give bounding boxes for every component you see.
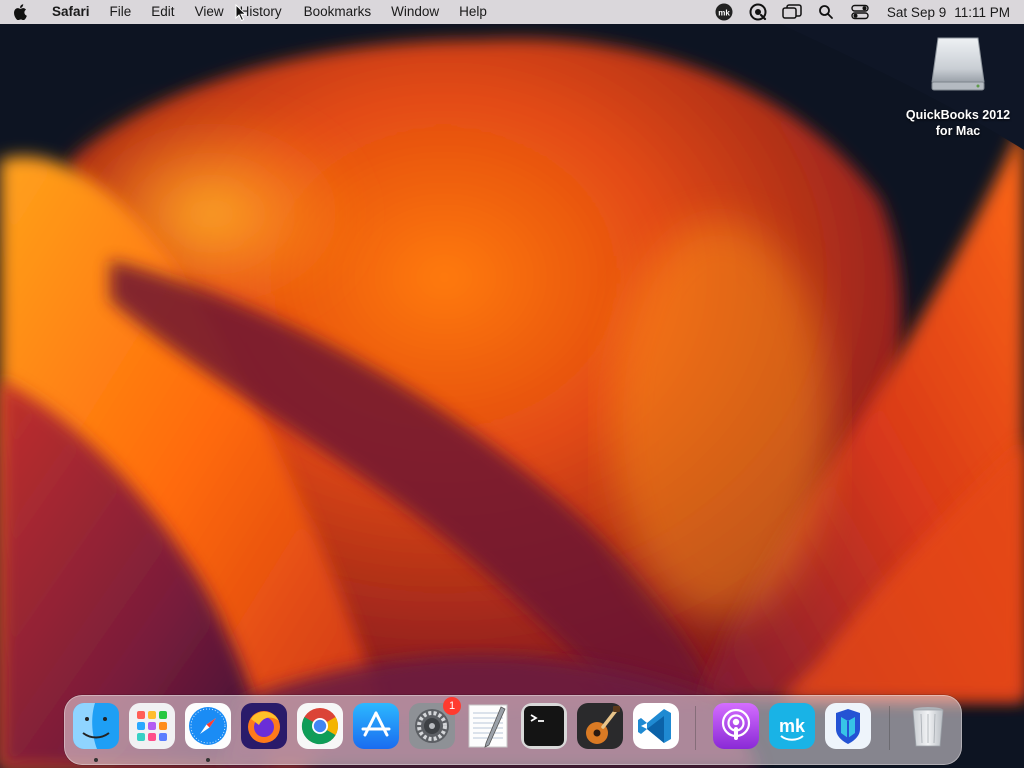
dock-mk[interactable]: mk: [769, 703, 815, 749]
desktop-wallpaper: [0, 0, 1024, 768]
spotlight-search-icon[interactable]: [816, 2, 836, 22]
control-center-icon[interactable]: [850, 2, 870, 22]
dock-separator: [695, 706, 696, 750]
dock-firefox[interactable]: [241, 703, 287, 749]
dock-safari[interactable]: [185, 703, 231, 762]
dock-chrome[interactable]: [297, 703, 343, 749]
mouse-cursor-icon: [235, 3, 247, 27]
dock-app-store[interactable]: [353, 703, 399, 749]
desktop-icon-quickbooks[interactable]: QuickBooks 2012 for Mac: [896, 34, 1020, 139]
menu-file[interactable]: File: [100, 0, 142, 24]
menu-help[interactable]: Help: [449, 0, 497, 24]
menu-bar-clock[interactable]: Sat Sep 9 11:11 PM: [887, 5, 1010, 20]
dock-malwarebytes[interactable]: [825, 703, 871, 749]
dock-finder[interactable]: [73, 703, 119, 762]
finder-icon: [73, 703, 119, 749]
svg-text:mk: mk: [718, 9, 730, 18]
menu-edit[interactable]: Edit: [141, 0, 184, 24]
firefox-icon: [241, 703, 287, 749]
clock-date: Sat Sep 9: [886, 4, 947, 20]
svg-text:mk: mk: [779, 716, 806, 736]
podcasts-icon: [713, 703, 759, 749]
menu-app-name[interactable]: Safari: [40, 0, 100, 24]
apple-menu-icon[interactable]: [0, 0, 40, 24]
dock-terminal[interactable]: [521, 703, 567, 749]
dock: 1 mk: [64, 695, 962, 765]
menu-bar: Safari File Edit View History Bookmarks …: [0, 0, 1024, 24]
app-store-icon: [353, 703, 399, 749]
mk-app-icon: mk: [769, 703, 815, 749]
dock-trash[interactable]: [905, 703, 951, 749]
menu-bookmarks[interactable]: Bookmarks: [292, 0, 382, 24]
safari-icon: [185, 703, 231, 749]
dock-garageband[interactable]: [577, 703, 623, 749]
dock-system-settings[interactable]: 1: [409, 697, 461, 749]
terminal-icon: [521, 703, 567, 749]
textedit-icon: [465, 703, 511, 749]
malwarebytes-icon: [825, 703, 871, 749]
screen-mirroring-icon[interactable]: [782, 2, 802, 22]
dock-vscode[interactable]: [633, 703, 679, 749]
dock-podcasts[interactable]: [713, 703, 759, 749]
garageband-icon: [577, 703, 623, 749]
chrome-icon: [297, 703, 343, 749]
app-status-icon[interactable]: [748, 2, 768, 22]
dock-separator: [889, 706, 890, 750]
trash-icon: [905, 703, 951, 749]
clock-time: 11:11 PM: [954, 4, 1010, 20]
running-indicator: [94, 758, 98, 762]
menu-window[interactable]: Window: [381, 0, 449, 24]
desktop-icon-label: QuickBooks 2012 for Mac: [905, 108, 1011, 138]
dock-launchpad[interactable]: [129, 703, 175, 749]
mk-icon[interactable]: mk: [714, 2, 734, 22]
launchpad-icon: [129, 703, 175, 749]
disk-drive-icon: [928, 34, 988, 99]
menu-view[interactable]: View: [185, 0, 234, 24]
dock-textedit[interactable]: [465, 703, 511, 749]
vscode-icon: [633, 703, 679, 749]
notification-badge: 1: [443, 697, 461, 715]
running-indicator: [206, 758, 210, 762]
